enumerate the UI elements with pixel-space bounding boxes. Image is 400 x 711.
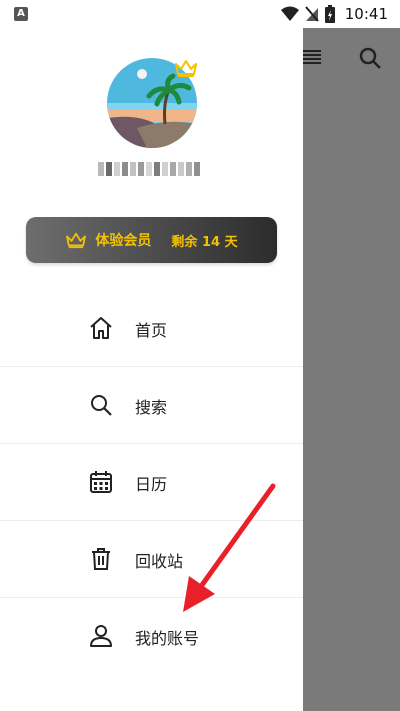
- vip-membership-card[interactable]: 体验会员 剩余 14 天: [26, 217, 277, 263]
- menu-item-label: 日历: [135, 475, 168, 494]
- menu-item-search[interactable]: 搜索: [0, 367, 303, 444]
- battery-charging-icon: [324, 5, 335, 23]
- notification-app-badge: A: [14, 7, 28, 21]
- list-menu-icon[interactable]: [303, 50, 321, 64]
- status-bar: A 10:41: [0, 0, 400, 28]
- menu-item-label: 我的账号: [135, 629, 200, 648]
- crown-icon: [175, 60, 197, 77]
- trash-icon: [92, 548, 110, 570]
- vip-label: 体验会员: [95, 233, 152, 249]
- menu-item-label: 首页: [135, 321, 168, 340]
- account-icon: [90, 625, 112, 647]
- search-icon: [91, 395, 112, 416]
- username-masked: [98, 161, 208, 179]
- crown-icon: [66, 232, 87, 249]
- no-signal-icon: [305, 6, 319, 22]
- dimmed-main-screen[interactable]: [303, 28, 400, 711]
- menu-item-label: 搜索: [135, 398, 168, 417]
- annotation-arrow: [183, 483, 276, 612]
- status-time: 10:41: [344, 5, 388, 23]
- wifi-icon: [280, 6, 299, 21]
- menu-item-home[interactable]: 首页: [0, 290, 303, 367]
- vip-remaining: 剩余 14 天: [171, 234, 238, 250]
- calendar-icon: [90, 471, 112, 493]
- search-icon[interactable]: [358, 46, 382, 70]
- home-icon: [90, 317, 112, 339]
